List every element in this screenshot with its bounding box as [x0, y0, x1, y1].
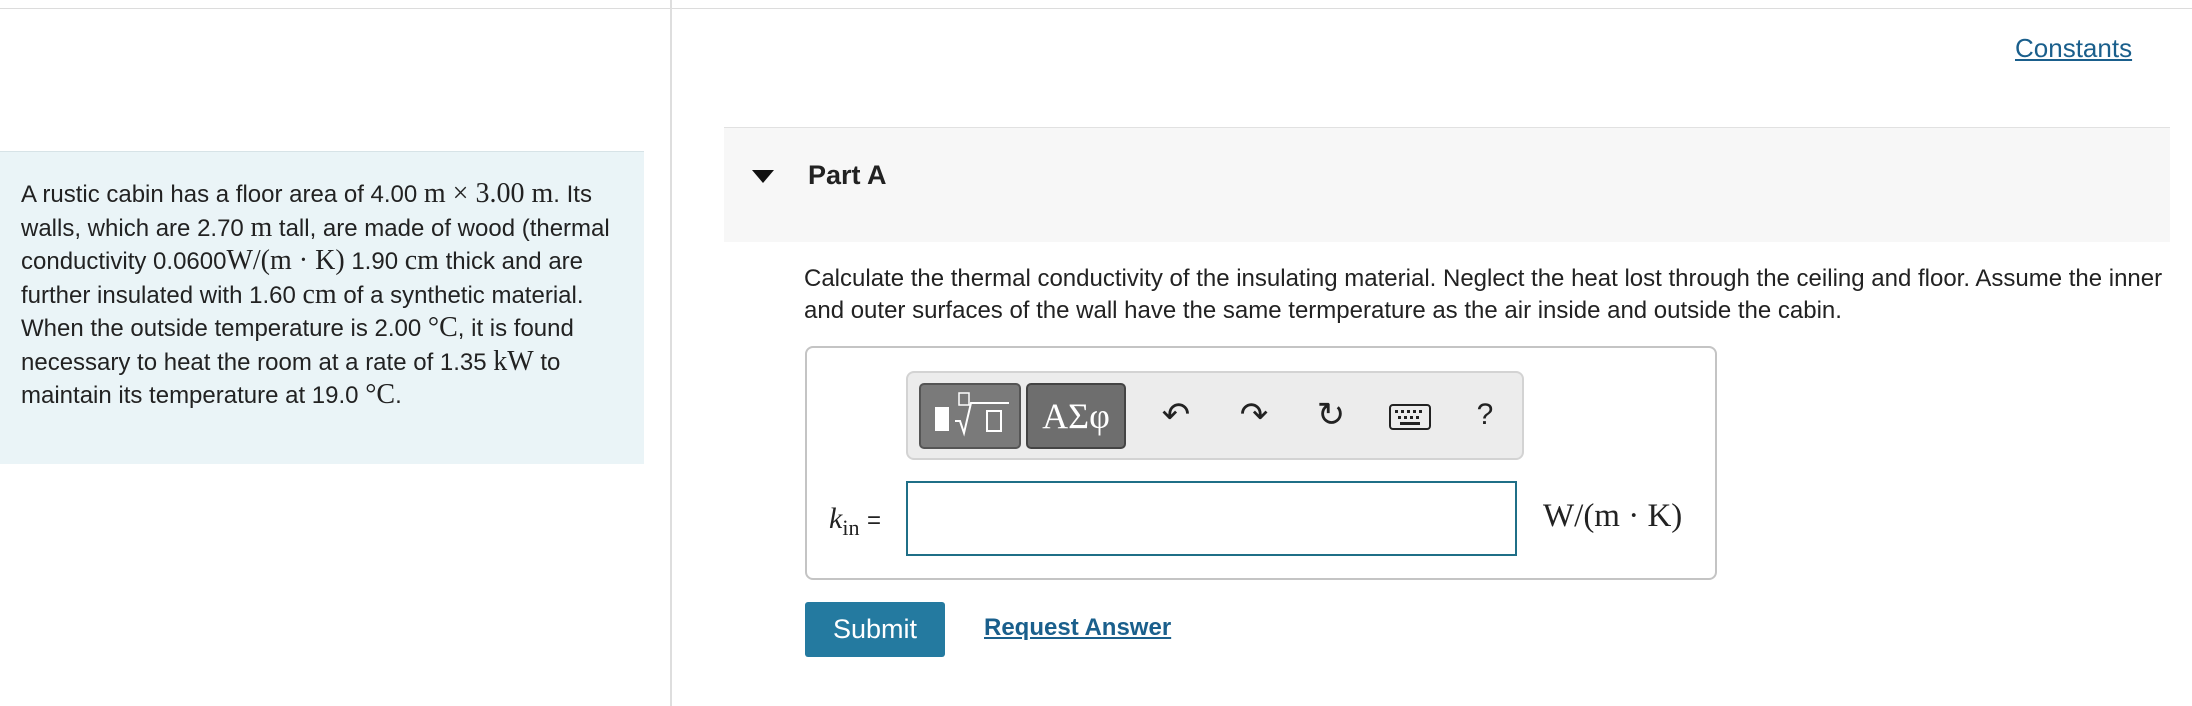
- greek-symbols-button[interactable]: ΑΣφ: [1026, 383, 1126, 449]
- part-a-header[interactable]: Part A: [724, 127, 2170, 242]
- keyboard-glyph: [1389, 404, 1431, 431]
- help-icon[interactable]: ?: [1461, 391, 1509, 439]
- answer-box: ΑΣφ ↶ ↷ ↻ ? kin = W/(m · K): [805, 346, 1717, 580]
- answer-variable-label: kin =: [829, 502, 881, 540]
- templates-icon: [935, 392, 1009, 437]
- reset-icon[interactable]: ↻: [1307, 391, 1355, 439]
- part-title: Part A: [808, 160, 887, 190]
- column-divider: [670, 0, 672, 706]
- submit-button[interactable]: Submit: [805, 602, 945, 657]
- question-text: Calculate the thermal conductivity of th…: [804, 265, 2163, 324]
- problem-statement: A rustic cabin has a floor area of 4.00 …: [0, 151, 644, 464]
- answer-input[interactable]: [906, 481, 1517, 556]
- top-divider: [0, 8, 2192, 9]
- constants-link[interactable]: Constants: [2015, 33, 2132, 64]
- collapse-caret-icon[interactable]: [752, 170, 774, 183]
- request-answer-link[interactable]: Request Answer: [984, 614, 1171, 642]
- answer-units: W/(m · K): [1543, 498, 1683, 534]
- math-toolbar: ΑΣφ ↶ ↷ ↻ ?: [906, 371, 1524, 460]
- redo-icon[interactable]: ↷: [1230, 391, 1278, 439]
- templates-button[interactable]: [919, 383, 1021, 449]
- undo-icon[interactable]: ↶: [1152, 391, 1200, 439]
- keyboard-icon[interactable]: [1386, 391, 1434, 439]
